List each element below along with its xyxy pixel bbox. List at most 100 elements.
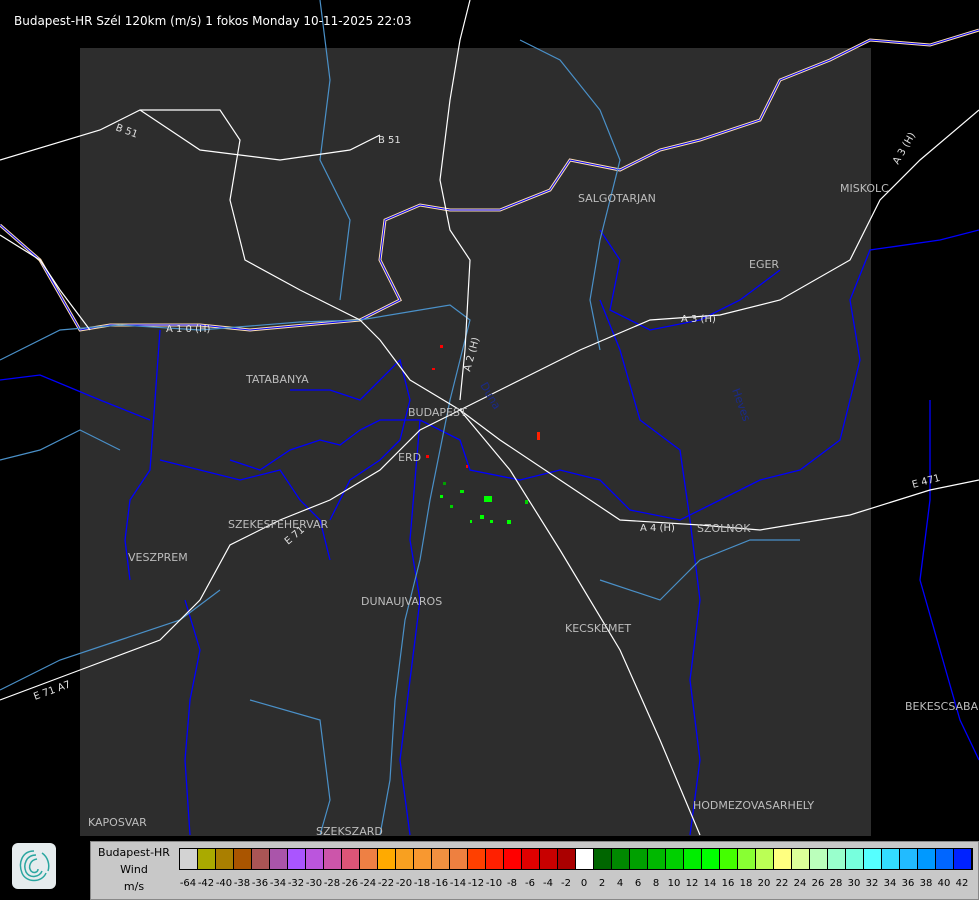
- city-label: DUNAUJVAROS: [361, 595, 442, 608]
- legend-label: 2: [598, 878, 606, 889]
- city-label: SALGOTARJAN: [578, 192, 656, 205]
- legend-label: -8: [507, 878, 517, 889]
- legend-swatch: [306, 849, 324, 869]
- swirl-logo-icon: [19, 850, 50, 882]
- legend-swatch: [900, 849, 918, 869]
- legend-swatch: [792, 849, 810, 869]
- city-label: SZOLNOK: [697, 522, 751, 535]
- city-label: HODMEZOVASARHELY: [693, 799, 814, 812]
- legend-swatch: [468, 849, 486, 869]
- legend-swatch: [342, 849, 360, 869]
- legend-label: -22: [377, 878, 395, 889]
- legend-label: -40: [215, 878, 233, 889]
- legend-quantity: Wind: [120, 863, 148, 876]
- legend-label: -6: [525, 878, 535, 889]
- legend-swatch: [198, 849, 216, 869]
- legend-swatch: [180, 849, 198, 869]
- legend-label: 22: [775, 878, 789, 889]
- legend-swatch: [684, 849, 702, 869]
- legend-unit: m/s: [123, 880, 145, 893]
- city-label: TATABANYA: [245, 373, 309, 386]
- legend-label: -36: [251, 878, 269, 889]
- legend-swatch: [864, 849, 882, 869]
- legend-label: 26: [811, 878, 825, 889]
- legend-swatch: [630, 849, 648, 869]
- road-label: A 1 0 (H): [166, 324, 211, 335]
- legend-swatch: [954, 849, 972, 869]
- legend-label: -10: [485, 878, 503, 889]
- legend-swatch: [360, 849, 378, 869]
- legend-label: 10: [667, 878, 681, 889]
- legend-swatch: [882, 849, 900, 869]
- legend-swatch: [216, 849, 234, 869]
- legend-swatch: [612, 849, 630, 869]
- legend-swatch: [288, 849, 306, 869]
- legend-label: -18: [413, 878, 431, 889]
- legend-swatch: [558, 849, 576, 869]
- legend-label: -64: [179, 878, 197, 889]
- city-label: ERD: [398, 451, 421, 464]
- legend-swatch: [648, 849, 666, 869]
- city-label: MISKOLC: [840, 182, 889, 195]
- legend-swatch: [432, 849, 450, 869]
- legend-swatch: [450, 849, 468, 869]
- legend-label: 20: [757, 878, 771, 889]
- legend-swatch: [378, 849, 396, 869]
- city-label: SZEKESFEHERVAR: [228, 518, 329, 531]
- legend-label: -34: [269, 878, 287, 889]
- legend-swatch: [936, 849, 954, 869]
- legend-label: 0: [580, 878, 588, 889]
- legend-swatch: [702, 849, 720, 869]
- legend-swatch: [756, 849, 774, 869]
- legend-swatch: [540, 849, 558, 869]
- legend-label: 6: [634, 878, 642, 889]
- legend-label: -30: [305, 878, 323, 889]
- legend-swatch: [918, 849, 936, 869]
- road-label: A 3 (H): [891, 131, 918, 167]
- legend-label: 38: [919, 878, 933, 889]
- city-label: KAPOSVAR: [88, 816, 147, 829]
- legend-label: -2: [561, 878, 571, 889]
- legend-label: 14: [703, 878, 717, 889]
- legend-radar-name: Budapest-HR: [98, 846, 170, 859]
- road-label: E 71 A7: [32, 679, 72, 703]
- legend-label: 40: [937, 878, 951, 889]
- legend-swatch: [414, 849, 432, 869]
- legend-swatch: [270, 849, 288, 869]
- legend-label: 34: [883, 878, 897, 889]
- city-label: SZEKSZARD: [316, 825, 383, 838]
- map-title: Budapest-HR Szél 120km (m/s) 1 fokos Mon…: [14, 14, 412, 28]
- legend-swatch: [486, 849, 504, 869]
- legend-label: 32: [865, 878, 879, 889]
- legend-swatch: [522, 849, 540, 869]
- legend-swatch: [252, 849, 270, 869]
- city-label: KECSKEMET: [565, 622, 631, 635]
- legend-swatch: [234, 849, 252, 869]
- legend-label: 16: [721, 878, 735, 889]
- legend-label: -26: [341, 878, 359, 889]
- legend-swatch: [594, 849, 612, 869]
- legend-swatches: [179, 848, 973, 870]
- legend-labels: -64 -42 -40 -38 -36 -34 -32 -30 -28 -26 -24 -22 -20-…: [179, 878, 971, 889]
- color-legend: Budapest-HR Wind m/s -64 -42 -40 -38 -36 -34-…: [90, 841, 979, 900]
- legend-label: -24: [359, 878, 377, 889]
- logo: [12, 843, 56, 889]
- radar-map[interactable]: Duna Heves BUDAPEST TATABANYA SALGOTARJA…: [0, 0, 979, 900]
- legend-label: 12: [685, 878, 699, 889]
- legend-label: 28: [829, 878, 843, 889]
- legend-label: -14: [449, 878, 467, 889]
- legend-label: -4: [543, 878, 553, 889]
- city-label: BUDAPEST: [408, 406, 467, 419]
- legend-swatch: [828, 849, 846, 869]
- legend-label: -20: [395, 878, 413, 889]
- legend-label: -16: [431, 878, 449, 889]
- legend-label: -28: [323, 878, 341, 889]
- legend-swatch: [738, 849, 756, 869]
- radar-coverage-panel: [80, 48, 871, 836]
- legend-swatch: [774, 849, 792, 869]
- legend-label: 4: [616, 878, 624, 889]
- city-label: EGER: [749, 258, 779, 271]
- legend-swatch: [846, 849, 864, 869]
- legend-swatch: [324, 849, 342, 869]
- legend-label: -32: [287, 878, 305, 889]
